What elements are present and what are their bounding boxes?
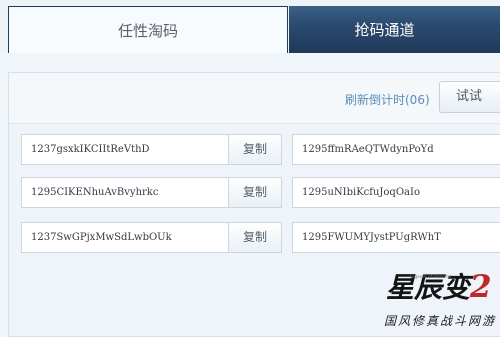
try-button[interactable]: 试试 bbox=[439, 81, 500, 113]
copy-button[interactable]: 复制 bbox=[229, 177, 282, 208]
code-field[interactable]: 1295ffmRAeQTWdynPoYd bbox=[292, 134, 500, 165]
code-field[interactable]: 1295CIKENhuAvBvyhrkc bbox=[21, 177, 229, 208]
game-logo: 星辰变2 Legends of Immortal 国风修真战斗网游 bbox=[380, 266, 498, 331]
code-field[interactable]: 1295FWUMYJystPUgRWhT bbox=[292, 222, 500, 253]
code-field[interactable]: 1237gsxkIKCIItReVthD bbox=[21, 134, 229, 165]
tab-free-codes[interactable]: 任性淘码 bbox=[8, 6, 288, 53]
logo-english: Legends of Immortal bbox=[410, 274, 452, 279]
panel-header: 刷新倒计时(06) 试试 bbox=[9, 73, 500, 124]
tab-bar: 任性淘码 抢码通道 bbox=[0, 0, 500, 53]
code-field[interactable]: 1237SwGPjxMwSdLwbOUk bbox=[21, 222, 229, 253]
copy-button[interactable]: 复制 bbox=[229, 222, 282, 253]
code-field[interactable]: 1295uNIbiKcfuJoqOaIo bbox=[292, 177, 500, 208]
logo-tagline: 国风修真战斗网游 bbox=[384, 314, 497, 328]
logo-title: 星辰变2 bbox=[386, 266, 492, 306]
tab-grab-codes[interactable]: 抢码通道 bbox=[289, 6, 500, 53]
refresh-countdown: 刷新倒计时(06) bbox=[345, 93, 430, 107]
logo-digit: 2 bbox=[470, 269, 492, 305]
tab-free-codes-label: 任性淘码 bbox=[117, 21, 178, 40]
tab-grab-codes-label: 抢码通道 bbox=[354, 21, 415, 39]
copy-button[interactable]: 复制 bbox=[229, 134, 282, 165]
